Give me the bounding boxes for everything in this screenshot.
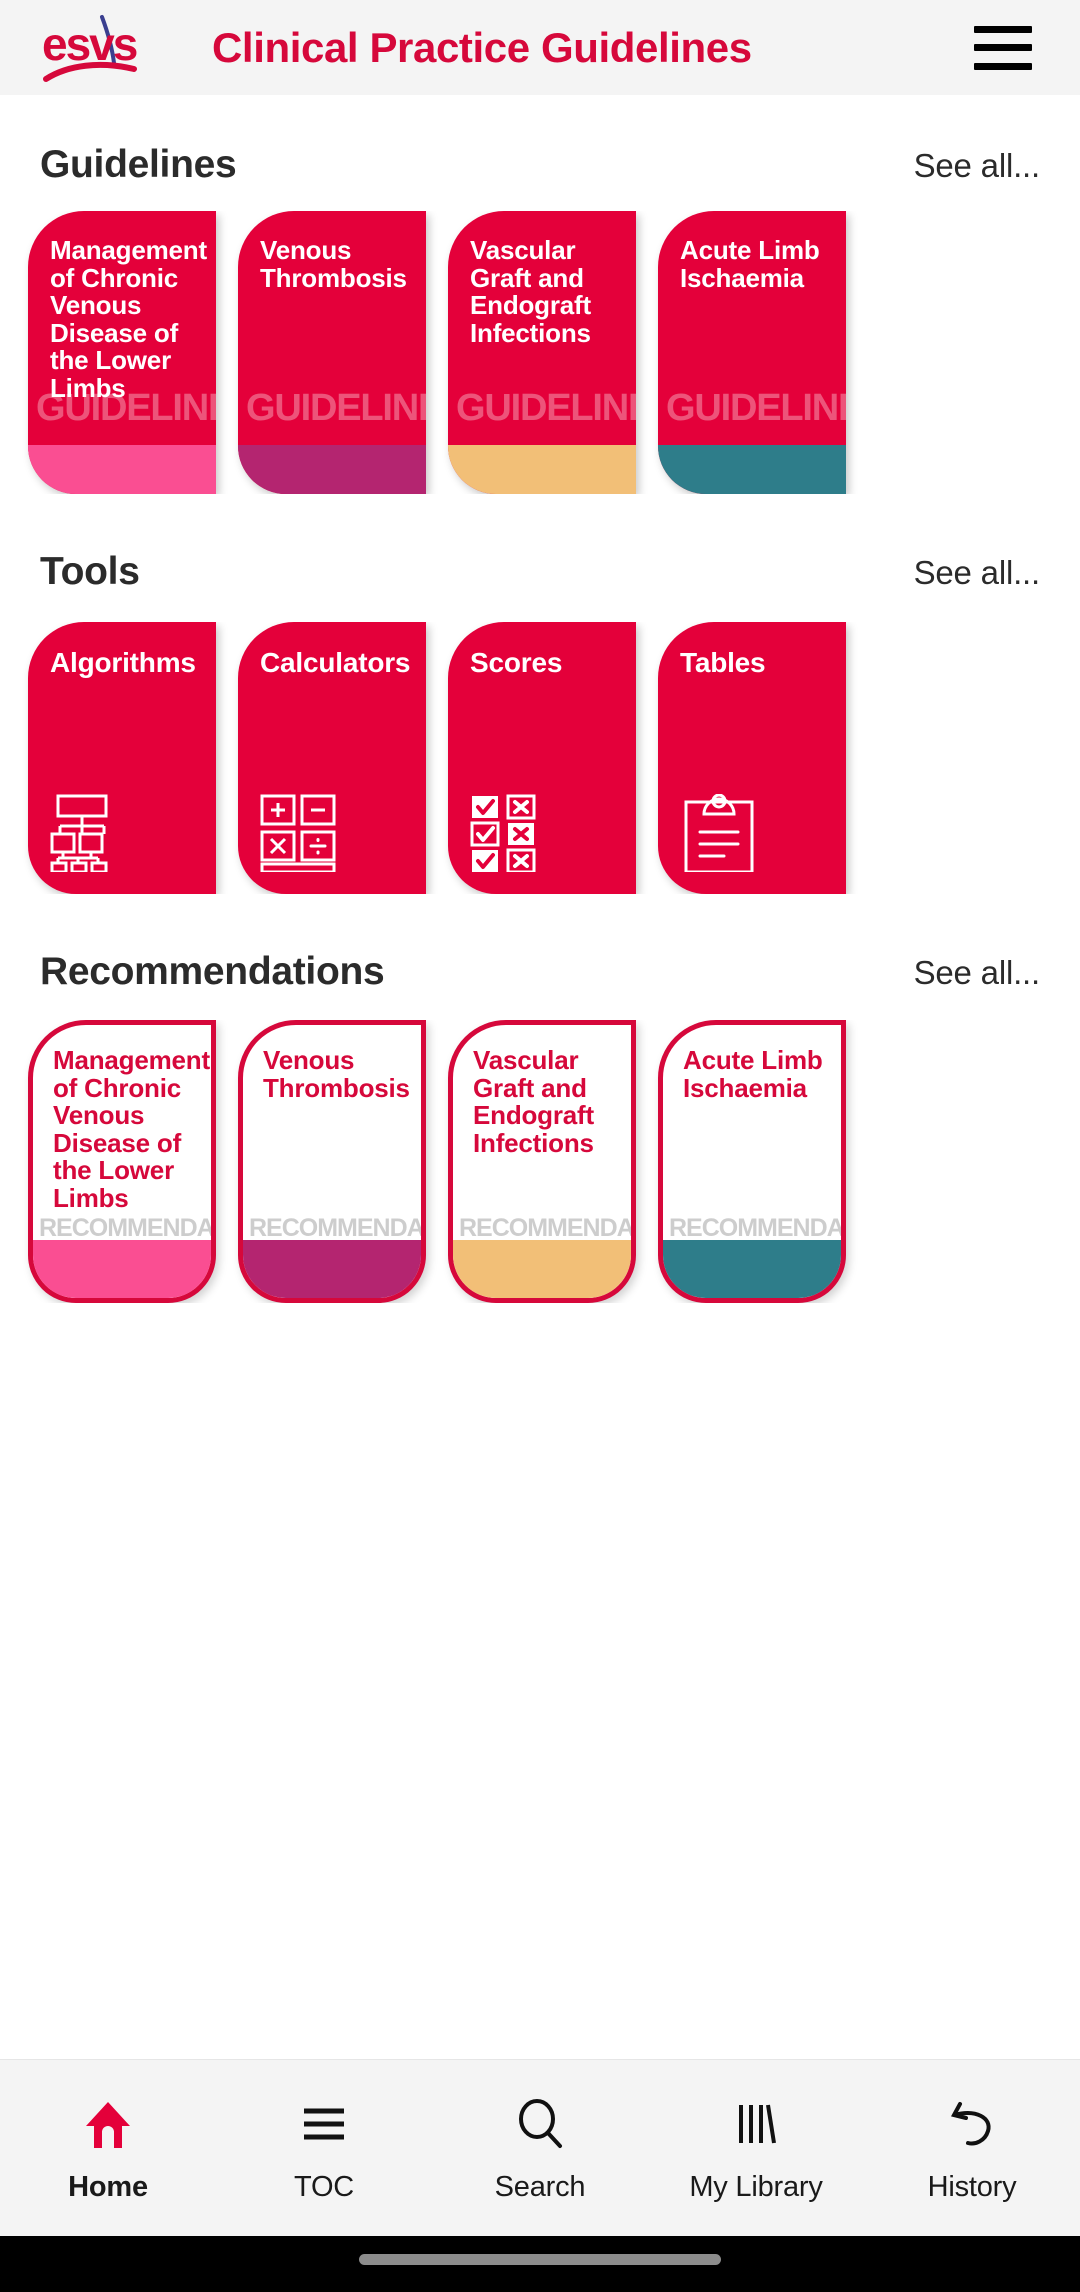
clipboard-icon: [680, 794, 758, 872]
guideline-card[interactable]: Acute Limb Ischaemia GUIDELINE: [658, 211, 846, 494]
recommendation-accent-strip: [453, 1240, 631, 1298]
guideline-accent-strip: [658, 445, 846, 494]
recommendation-card[interactable]: Management of Chronic Venous Disease of …: [28, 1020, 216, 1303]
tool-card-tables[interactable]: Tables: [658, 622, 846, 894]
esvs-logo: esvs: [42, 13, 146, 83]
flowchart-icon: [50, 794, 128, 872]
see-all-guidelines[interactable]: See all...: [914, 147, 1041, 185]
nav-label-toc: TOC: [293, 2170, 355, 2203]
tool-card-title: Algorithms: [50, 647, 196, 678]
home-icon: [77, 2093, 139, 2155]
checklist-grid-icon: [470, 794, 562, 872]
home-scroll-content[interactable]: Guidelines See all... Management of Chro…: [0, 95, 1080, 2060]
recommendation-accent-strip: [243, 1240, 421, 1298]
section-title-guidelines: Guidelines: [40, 143, 237, 186]
section-title-recommendations: Recommendations: [40, 950, 385, 993]
undo-arrow-icon: [941, 2093, 1003, 2155]
guideline-card-title: Vascular Graft and Endograft Infections: [470, 235, 591, 348]
recommendation-accent-strip: [663, 1240, 841, 1298]
recommendation-card-title: Vascular Graft and Endograft Infections: [473, 1045, 594, 1158]
page-title: Clinical Practice Guidelines: [212, 23, 752, 71]
nav-label-my-search: Search: [494, 2170, 586, 2203]
tool-card-title: Scores: [470, 647, 563, 678]
nav-item-history[interactable]: History: [864, 2093, 1080, 2204]
guideline-card[interactable]: Vascular Graft and Endograft Infections …: [448, 211, 636, 494]
nav-label-my-library: My Library: [689, 2170, 823, 2203]
see-all-tools[interactable]: See all...: [914, 554, 1041, 592]
hamburger-bar: [974, 25, 1032, 33]
guideline-card-title: Management of Chronic Venous Disease of …: [50, 235, 207, 403]
recommendation-watermark: RECOMMENDATIONS: [39, 1214, 212, 1242]
recommendation-card[interactable]: Acute Limb Ischaemia RECOMMENDATIONS: [658, 1020, 846, 1303]
nav-item-search[interactable]: Search: [432, 2093, 648, 2204]
recommendations-rail[interactable]: Management of Chronic Venous Disease of …: [0, 1020, 1080, 1303]
recommendation-card-title: Venous Thrombosis: [263, 1045, 410, 1103]
recommendation-watermark: RECOMMENDATIONS: [249, 1214, 422, 1242]
gesture-home-indicator[interactable]: [359, 2254, 721, 2265]
recommendation-card[interactable]: Vascular Graft and Endograft Infections …: [448, 1020, 636, 1303]
recommendation-watermark: RECOMMENDATIONS: [459, 1214, 632, 1242]
list-icon: [293, 2093, 355, 2155]
section-header-recommendations: Recommendations See all...: [0, 950, 1080, 994]
hamburger-bar: [974, 62, 1032, 70]
tool-card-calculators[interactable]: Calculators: [238, 622, 426, 894]
guideline-watermark: GUIDELINE: [246, 387, 426, 429]
tool-card-title: Calculators: [260, 647, 411, 678]
calculator-icon: [260, 794, 338, 872]
system-gesture-area: [0, 2236, 1080, 2292]
tools-rail[interactable]: Algorithms Calculators Scores Tables: [0, 622, 1080, 894]
guideline-card[interactable]: Venous Thrombosis GUIDELINE: [238, 211, 426, 494]
nav-item-my-library[interactable]: My Library: [648, 2093, 864, 2204]
recommendation-card-title: Acute Limb Ischaemia: [683, 1045, 823, 1103]
search-icon: [509, 2093, 571, 2155]
guideline-watermark: GUIDELINE: [456, 387, 636, 429]
section-header-guidelines: Guidelines See all...: [0, 143, 1080, 187]
recommendation-card[interactable]: Venous Thrombosis RECOMMENDATIONS: [238, 1020, 426, 1303]
hamburger-menu-icon[interactable]: [974, 25, 1032, 70]
recommendation-accent-strip: [33, 1240, 211, 1298]
hamburger-bar: [974, 44, 1032, 51]
recommendation-watermark: RECOMMENDATIONS: [669, 1214, 842, 1242]
guideline-card[interactable]: Management of Chronic Venous Disease of …: [28, 211, 216, 494]
guideline-watermark: GUIDELINE: [666, 387, 846, 429]
nav-item-home[interactable]: Home: [0, 2093, 216, 2204]
section-header-tools: Tools See all...: [0, 550, 1080, 594]
recommendation-card-title: Management of Chronic Venous Disease of …: [53, 1045, 210, 1213]
app-header: esvs Clinical Practice Guidelines: [0, 0, 1080, 95]
guideline-card-title: Acute Limb Ischaemia: [680, 235, 820, 293]
guideline-accent-strip: [28, 445, 216, 494]
tool-card-algorithms[interactable]: Algorithms: [28, 622, 216, 894]
guideline-accent-strip: [448, 445, 636, 494]
library-books-icon: [725, 2093, 787, 2155]
svg-text:esvs: esvs: [42, 18, 137, 70]
guideline-accent-strip: [238, 445, 426, 494]
guideline-card-title: Venous Thrombosis: [260, 235, 407, 293]
nav-item-toc[interactable]: TOC: [216, 2093, 432, 2204]
bottom-navigation-bar: Home TOC Search My Library History: [0, 2059, 1080, 2236]
tool-card-scores[interactable]: Scores: [448, 622, 636, 894]
tool-card-title: Tables: [680, 647, 766, 678]
nav-label-history: History: [927, 2170, 1017, 2203]
see-all-recommendations[interactable]: See all...: [914, 954, 1041, 992]
nav-label-home: Home: [68, 2170, 148, 2203]
guidelines-rail[interactable]: Management of Chronic Venous Disease of …: [0, 211, 1080, 494]
section-title-tools: Tools: [40, 550, 140, 593]
